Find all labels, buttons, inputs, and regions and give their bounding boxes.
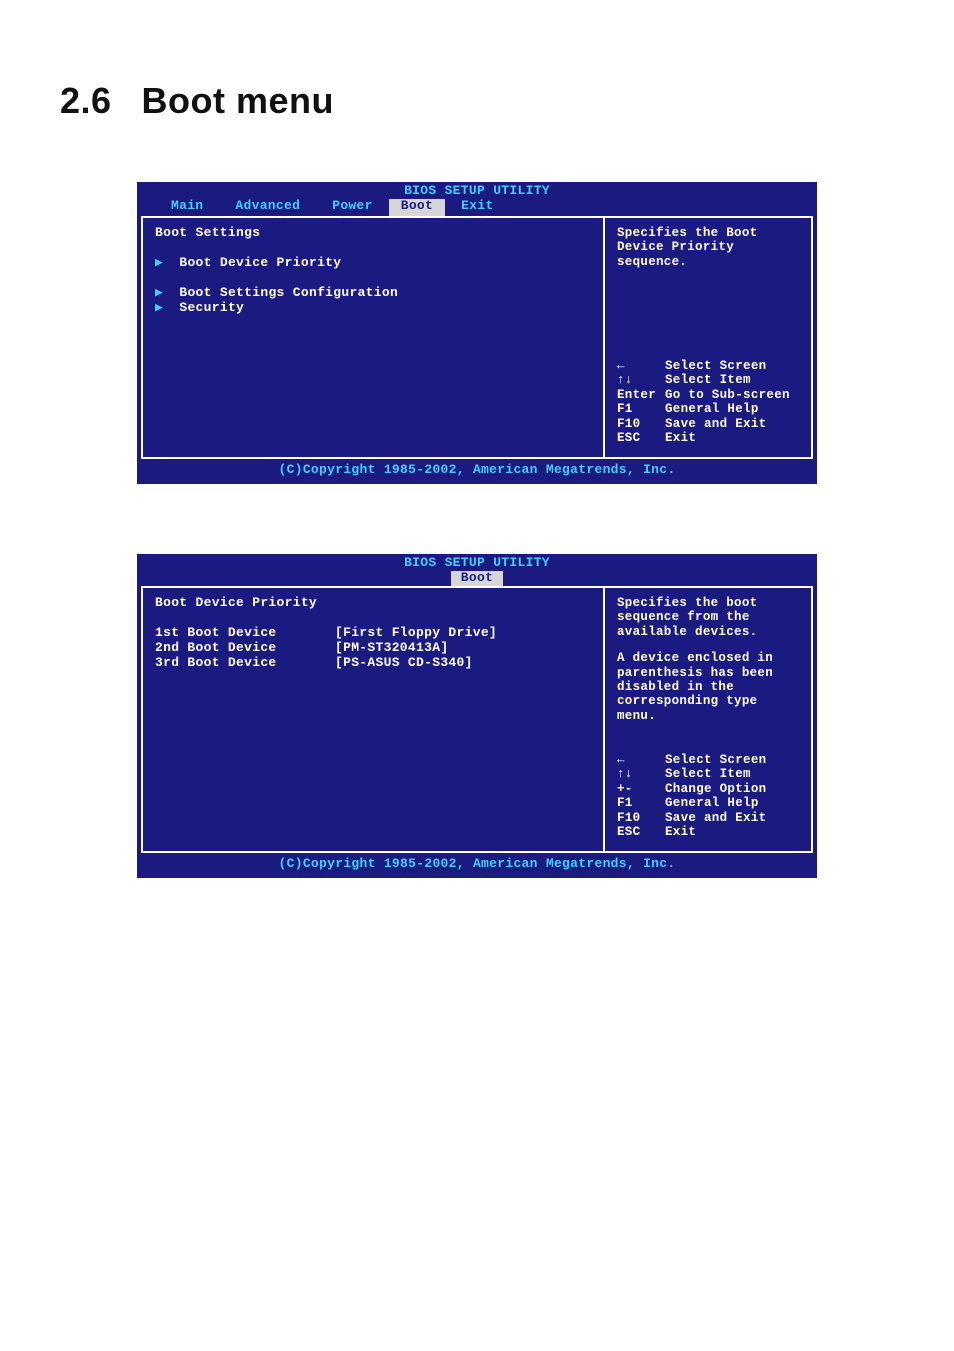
- bios-help-panel: Specifies the Boot Device Priority seque…: [603, 216, 813, 459]
- tab-exit[interactable]: Exit: [445, 199, 509, 216]
- submenu-triangle-icon: ▶: [155, 300, 179, 315]
- menu-item-boot-settings-config[interactable]: ▶ Boot Settings Configuration: [155, 286, 593, 301]
- help-key-f10: F10: [617, 417, 665, 431]
- section-title: Boot menu: [142, 80, 334, 121]
- help-key-label: Select Screen: [665, 753, 766, 767]
- bios-header: BIOS SETUP UTILITY Main Advanced Power B…: [137, 182, 817, 216]
- tab-boot[interactable]: Boot: [451, 571, 503, 586]
- row-3rd-boot-device[interactable]: 3rd Boot Device [PS-ASUS CD-S340]: [155, 656, 593, 671]
- panel-heading: Boot Settings: [155, 226, 593, 241]
- arrow-updown-icon: ↑↓: [617, 767, 665, 781]
- help-key-label: Select Item: [665, 373, 751, 387]
- bios-screenshot-boot-device-priority: BIOS SETUP UTILITY Boot Boot Device Prio…: [137, 554, 817, 878]
- bios-help-panel: Specifies the boot sequence from the ava…: [603, 586, 813, 853]
- arrow-left-icon: ←: [617, 753, 665, 767]
- submenu-triangle-icon: ▶: [155, 255, 179, 270]
- help-key-label: Go to Sub-screen: [665, 388, 790, 402]
- menu-item-label: Boot Device Priority: [179, 255, 341, 270]
- bios-tab-bar: Main Advanced Power Boot Exit: [137, 199, 817, 216]
- row-label: 2nd Boot Device: [155, 641, 335, 656]
- help-keys-block: ←Select Screen ↑↓Select Item +-Change Op…: [617, 753, 801, 839]
- help-key-label: Exit: [665, 825, 696, 839]
- bios-left-panel: Boot Settings ▶ Boot Device Priority ▶ B…: [141, 216, 603, 459]
- help-key-label: General Help: [665, 402, 759, 416]
- section-heading: 2.6 Boot menu: [60, 80, 954, 122]
- bios-title: BIOS SETUP UTILITY: [137, 556, 817, 571]
- help-key-label: Select Item: [665, 767, 751, 781]
- menu-item-boot-device-priority[interactable]: ▶ Boot Device Priority: [155, 256, 593, 271]
- help-key-f1: F1: [617, 402, 665, 416]
- row-label: 1st Boot Device: [155, 626, 335, 641]
- help-key-label: Exit: [665, 431, 696, 445]
- help-key-esc: ESC: [617, 431, 665, 445]
- help-description-1: Specifies the boot sequence from the ava…: [617, 596, 801, 639]
- help-key-f1: F1: [617, 796, 665, 810]
- bios-copyright: (C)Copyright 1985-2002, American Megatre…: [137, 853, 817, 878]
- blank-line: [155, 241, 593, 256]
- blank-line: [155, 271, 593, 286]
- row-value: [PM-ST320413A]: [335, 641, 448, 656]
- help-description-2: A device enclosed in parenthesis has bee…: [617, 651, 801, 723]
- bios-screenshot-boot-settings: BIOS SETUP UTILITY Main Advanced Power B…: [137, 182, 817, 484]
- help-key-f10: F10: [617, 811, 665, 825]
- bios-copyright: (C)Copyright 1985-2002, American Megatre…: [137, 459, 817, 484]
- row-value: [PS-ASUS CD-S340]: [335, 656, 473, 671]
- bios-tab-bar-sub: Boot: [137, 571, 817, 586]
- help-key-label: General Help: [665, 796, 759, 810]
- tab-main[interactable]: Main: [155, 199, 219, 216]
- help-key-esc: ESC: [617, 825, 665, 839]
- arrow-left-icon: ←: [617, 359, 665, 373]
- row-label: 3rd Boot Device: [155, 656, 335, 671]
- blank-line: [155, 611, 593, 626]
- tab-boot[interactable]: Boot: [389, 199, 445, 216]
- submenu-triangle-icon: ▶: [155, 285, 179, 300]
- menu-item-security[interactable]: ▶ Security: [155, 301, 593, 316]
- bios-title: BIOS SETUP UTILITY: [137, 184, 817, 199]
- help-key-label: Select Screen: [665, 359, 766, 373]
- bios-header: BIOS SETUP UTILITY Boot: [137, 554, 817, 586]
- help-key-label: Change Option: [665, 782, 766, 796]
- tab-power[interactable]: Power: [316, 199, 389, 216]
- bios-left-panel: Boot Device Priority 1st Boot Device [Fi…: [141, 586, 603, 853]
- section-number: 2.6: [60, 80, 112, 122]
- menu-item-label: Security: [179, 300, 244, 315]
- row-2nd-boot-device[interactable]: 2nd Boot Device [PM-ST320413A]: [155, 641, 593, 656]
- help-keys-block: ←Select Screen ↑↓Select Item EnterGo to …: [617, 359, 801, 445]
- menu-item-label: Boot Settings Configuration: [179, 285, 398, 300]
- row-1st-boot-device[interactable]: 1st Boot Device [First Floppy Drive]: [155, 626, 593, 641]
- help-key-plusminus: +-: [617, 782, 665, 796]
- panel-heading: Boot Device Priority: [155, 596, 593, 611]
- help-key-enter: Enter: [617, 388, 665, 402]
- help-description: Specifies the Boot Device Priority seque…: [617, 226, 801, 269]
- help-key-label: Save and Exit: [665, 417, 766, 431]
- help-key-label: Save and Exit: [665, 811, 766, 825]
- tab-advanced[interactable]: Advanced: [219, 199, 316, 216]
- row-value: [First Floppy Drive]: [335, 626, 497, 641]
- arrow-updown-icon: ↑↓: [617, 373, 665, 387]
